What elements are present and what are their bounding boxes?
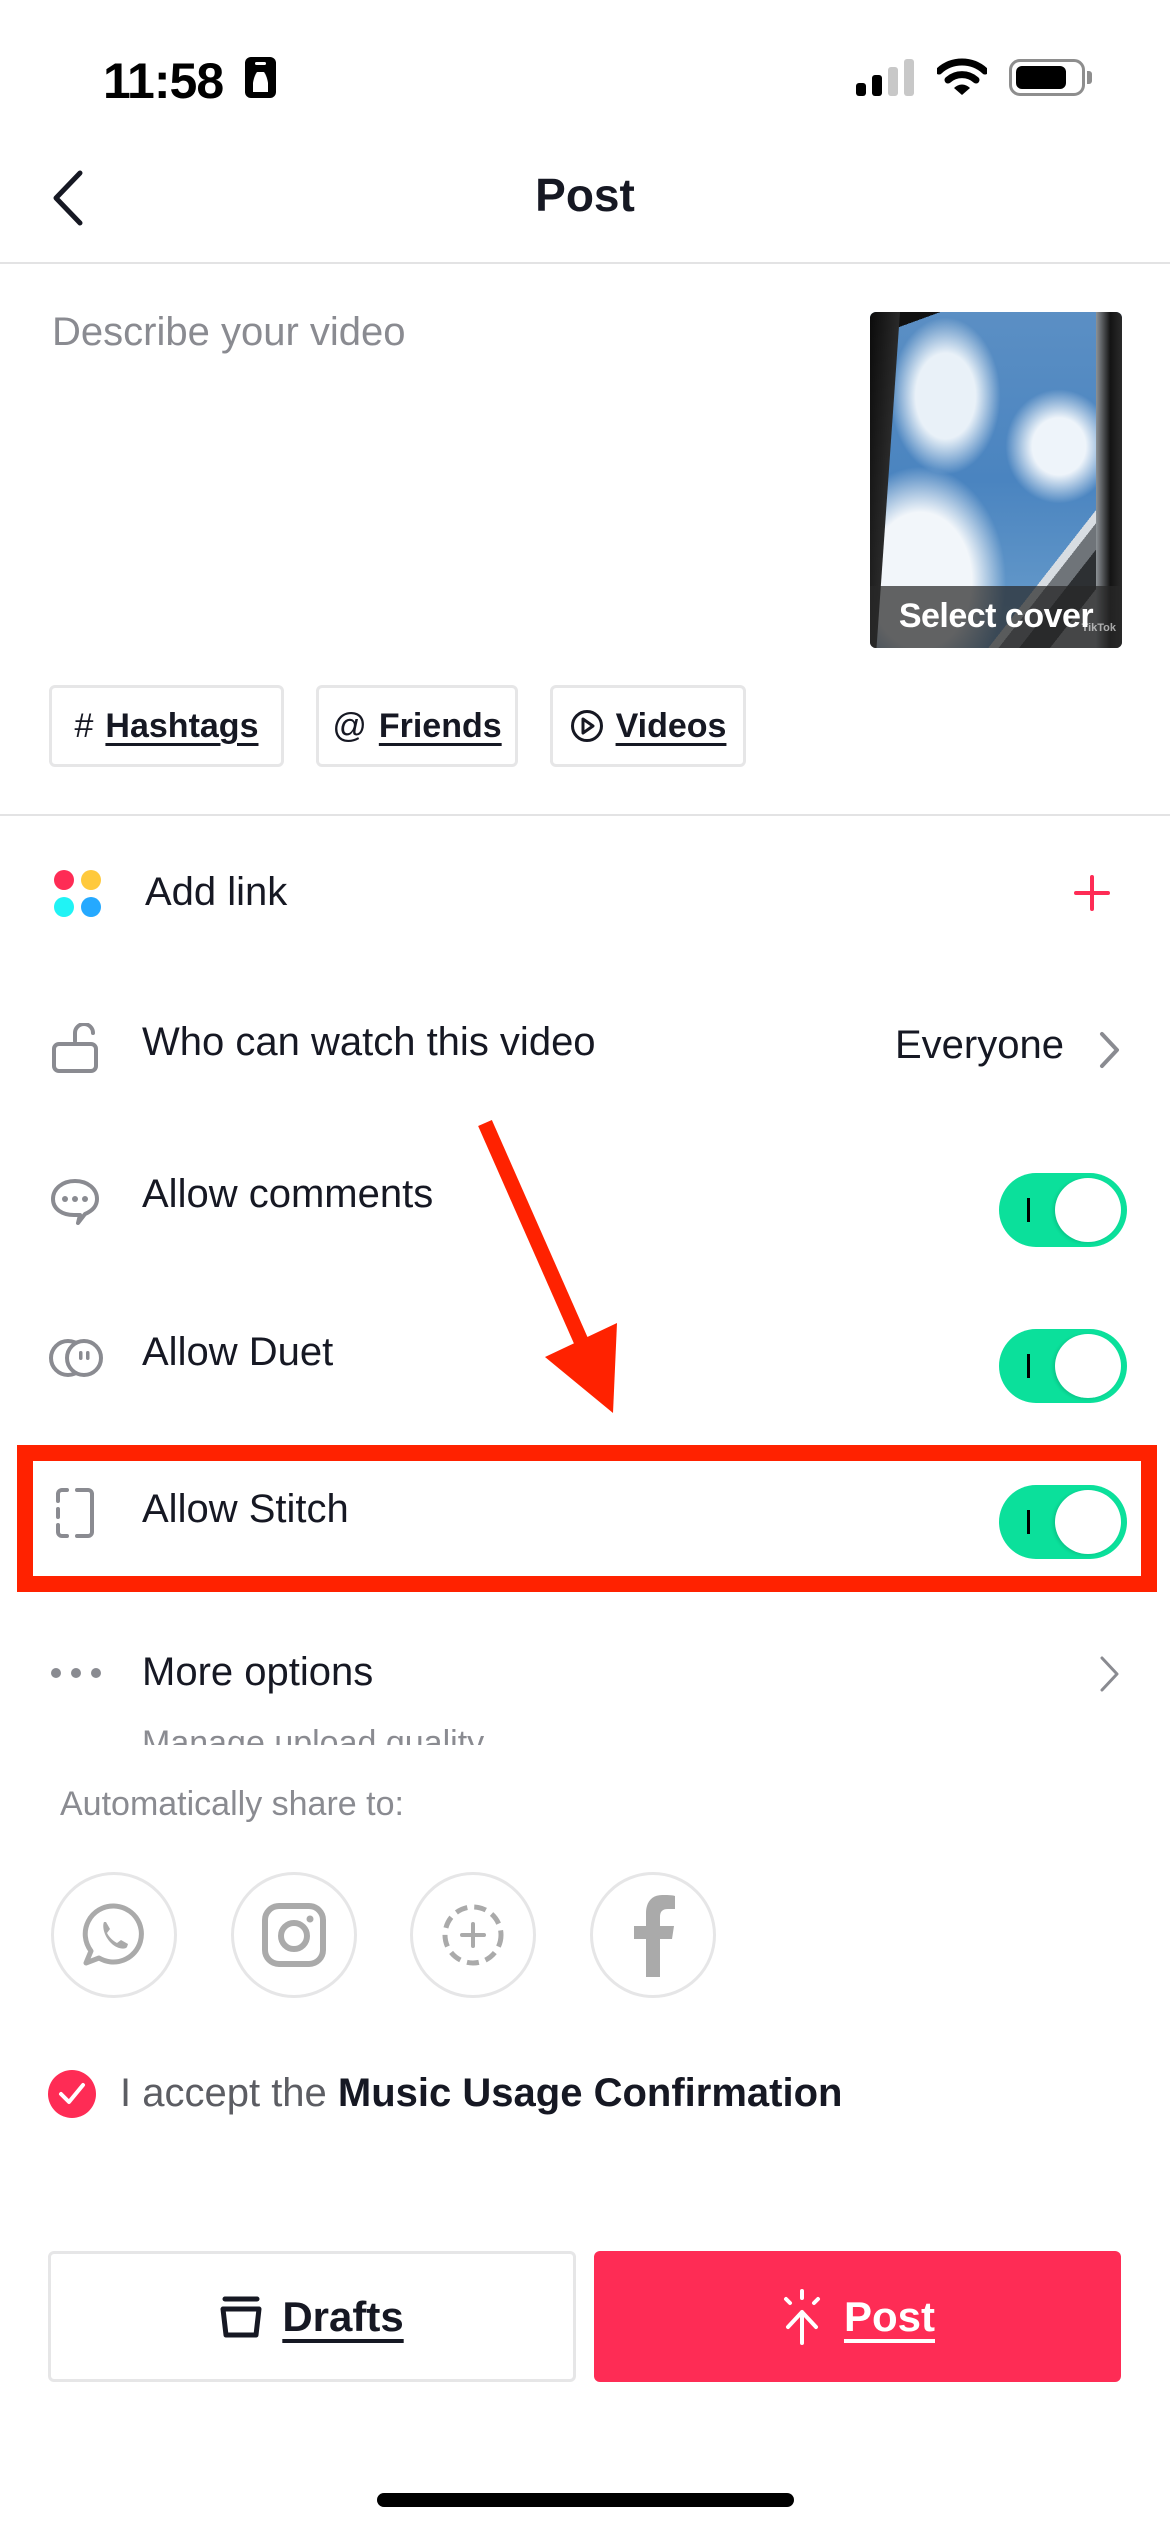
post-upload-icon [783,2288,820,2345]
home-indicator [377,2493,794,2507]
more-options-label: More options [142,1650,374,1694]
tiktok-watermark: TikTok [1081,622,1116,634]
status-time: 11:58 [103,53,224,109]
accept-prefix: I accept the [120,2071,338,2115]
who-can-watch-row[interactable]: Who can watch this video Everyone [0,998,1170,1098]
allow-stitch-toggle[interactable] [999,1485,1127,1559]
comment-bubble-icon [51,1179,99,1225]
drafts-icon [220,2296,262,2337]
who-can-watch-label: Who can watch this video [142,1020,596,1064]
unlock-icon [52,1023,98,1073]
more-options-row[interactable]: More options [0,1630,1170,1720]
at-icon: @ [332,707,367,745]
auto-share-label: Automatically share to: [60,1785,404,1823]
chevron-right-icon [1100,1656,1119,1692]
friends-label: Friends [378,706,502,745]
share-facebook-button[interactable] [590,1872,716,1998]
battery-cap [1087,71,1092,84]
select-cover-button[interactable]: Select cover TikTok [870,312,1122,648]
plus-icon [1074,875,1110,911]
battery-icon [1009,59,1085,96]
post-label: Post [843,2292,935,2340]
allow-duet-toggle[interactable] [999,1329,1127,1403]
privacy-value: Everyone [895,1023,1064,1067]
share-whatsapp-button[interactable] [51,1872,177,1998]
cellular-signal-icon [856,59,914,96]
hashtag-icon: # [74,707,94,745]
instagram-icon [262,1903,326,1967]
more-dots-icon [51,1668,101,1678]
allow-comments-label: Allow comments [142,1172,434,1216]
add-link-label: Add link [145,870,288,914]
allow-duet-label: Allow Duet [142,1330,334,1374]
allow-comments-row: Allow comments [0,1160,1170,1260]
music-usage-link[interactable]: Music Usage Confirmation [338,2071,843,2115]
drafts-button[interactable]: Drafts [48,2251,576,2382]
allow-comments-toggle[interactable] [999,1173,1127,1247]
section-divider [0,814,1170,816]
accept-text: I accept the Music Usage Confirmation [120,2071,842,2116]
add-story-icon [442,1904,504,1966]
page-title: Post [535,169,635,221]
header-divider [0,262,1170,264]
allow-stitch-label: Allow Stitch [142,1487,349,1531]
hashtags-chip[interactable]: # Hashtags [49,685,284,767]
videos-chip[interactable]: Videos [550,685,746,767]
stitch-icon [56,1488,94,1538]
add-link-apps-icon [54,870,101,917]
share-stories-button[interactable] [410,1872,536,1998]
description-input[interactable] [52,310,832,610]
person-id-badge-icon [245,57,276,98]
videos-label: Videos [615,706,727,745]
facebook-icon [634,1895,675,1977]
wifi-icon [937,58,987,95]
more-options-sublabel: Manage upload quality [142,1724,485,1745]
chevron-right-icon [1100,1032,1119,1068]
drafts-label: Drafts [282,2292,404,2340]
play-circle-icon [570,710,603,742]
duet-icon [49,1339,103,1377]
allow-stitch-row: Allow Stitch [0,1475,1170,1575]
allow-duet-row: Allow Duet [0,1318,1170,1418]
friends-chip[interactable]: @ Friends [316,685,518,767]
battery-level [1016,66,1066,89]
checkmark-icon [59,2083,85,2104]
post-button[interactable]: Post [594,2251,1121,2382]
share-instagram-button[interactable] [231,1872,357,1998]
add-link-row[interactable]: Add link [0,845,1170,945]
hashtags-label: Hashtags [105,706,259,745]
accept-checkbox[interactable] [48,2070,96,2118]
whatsapp-icon [82,1903,144,1966]
